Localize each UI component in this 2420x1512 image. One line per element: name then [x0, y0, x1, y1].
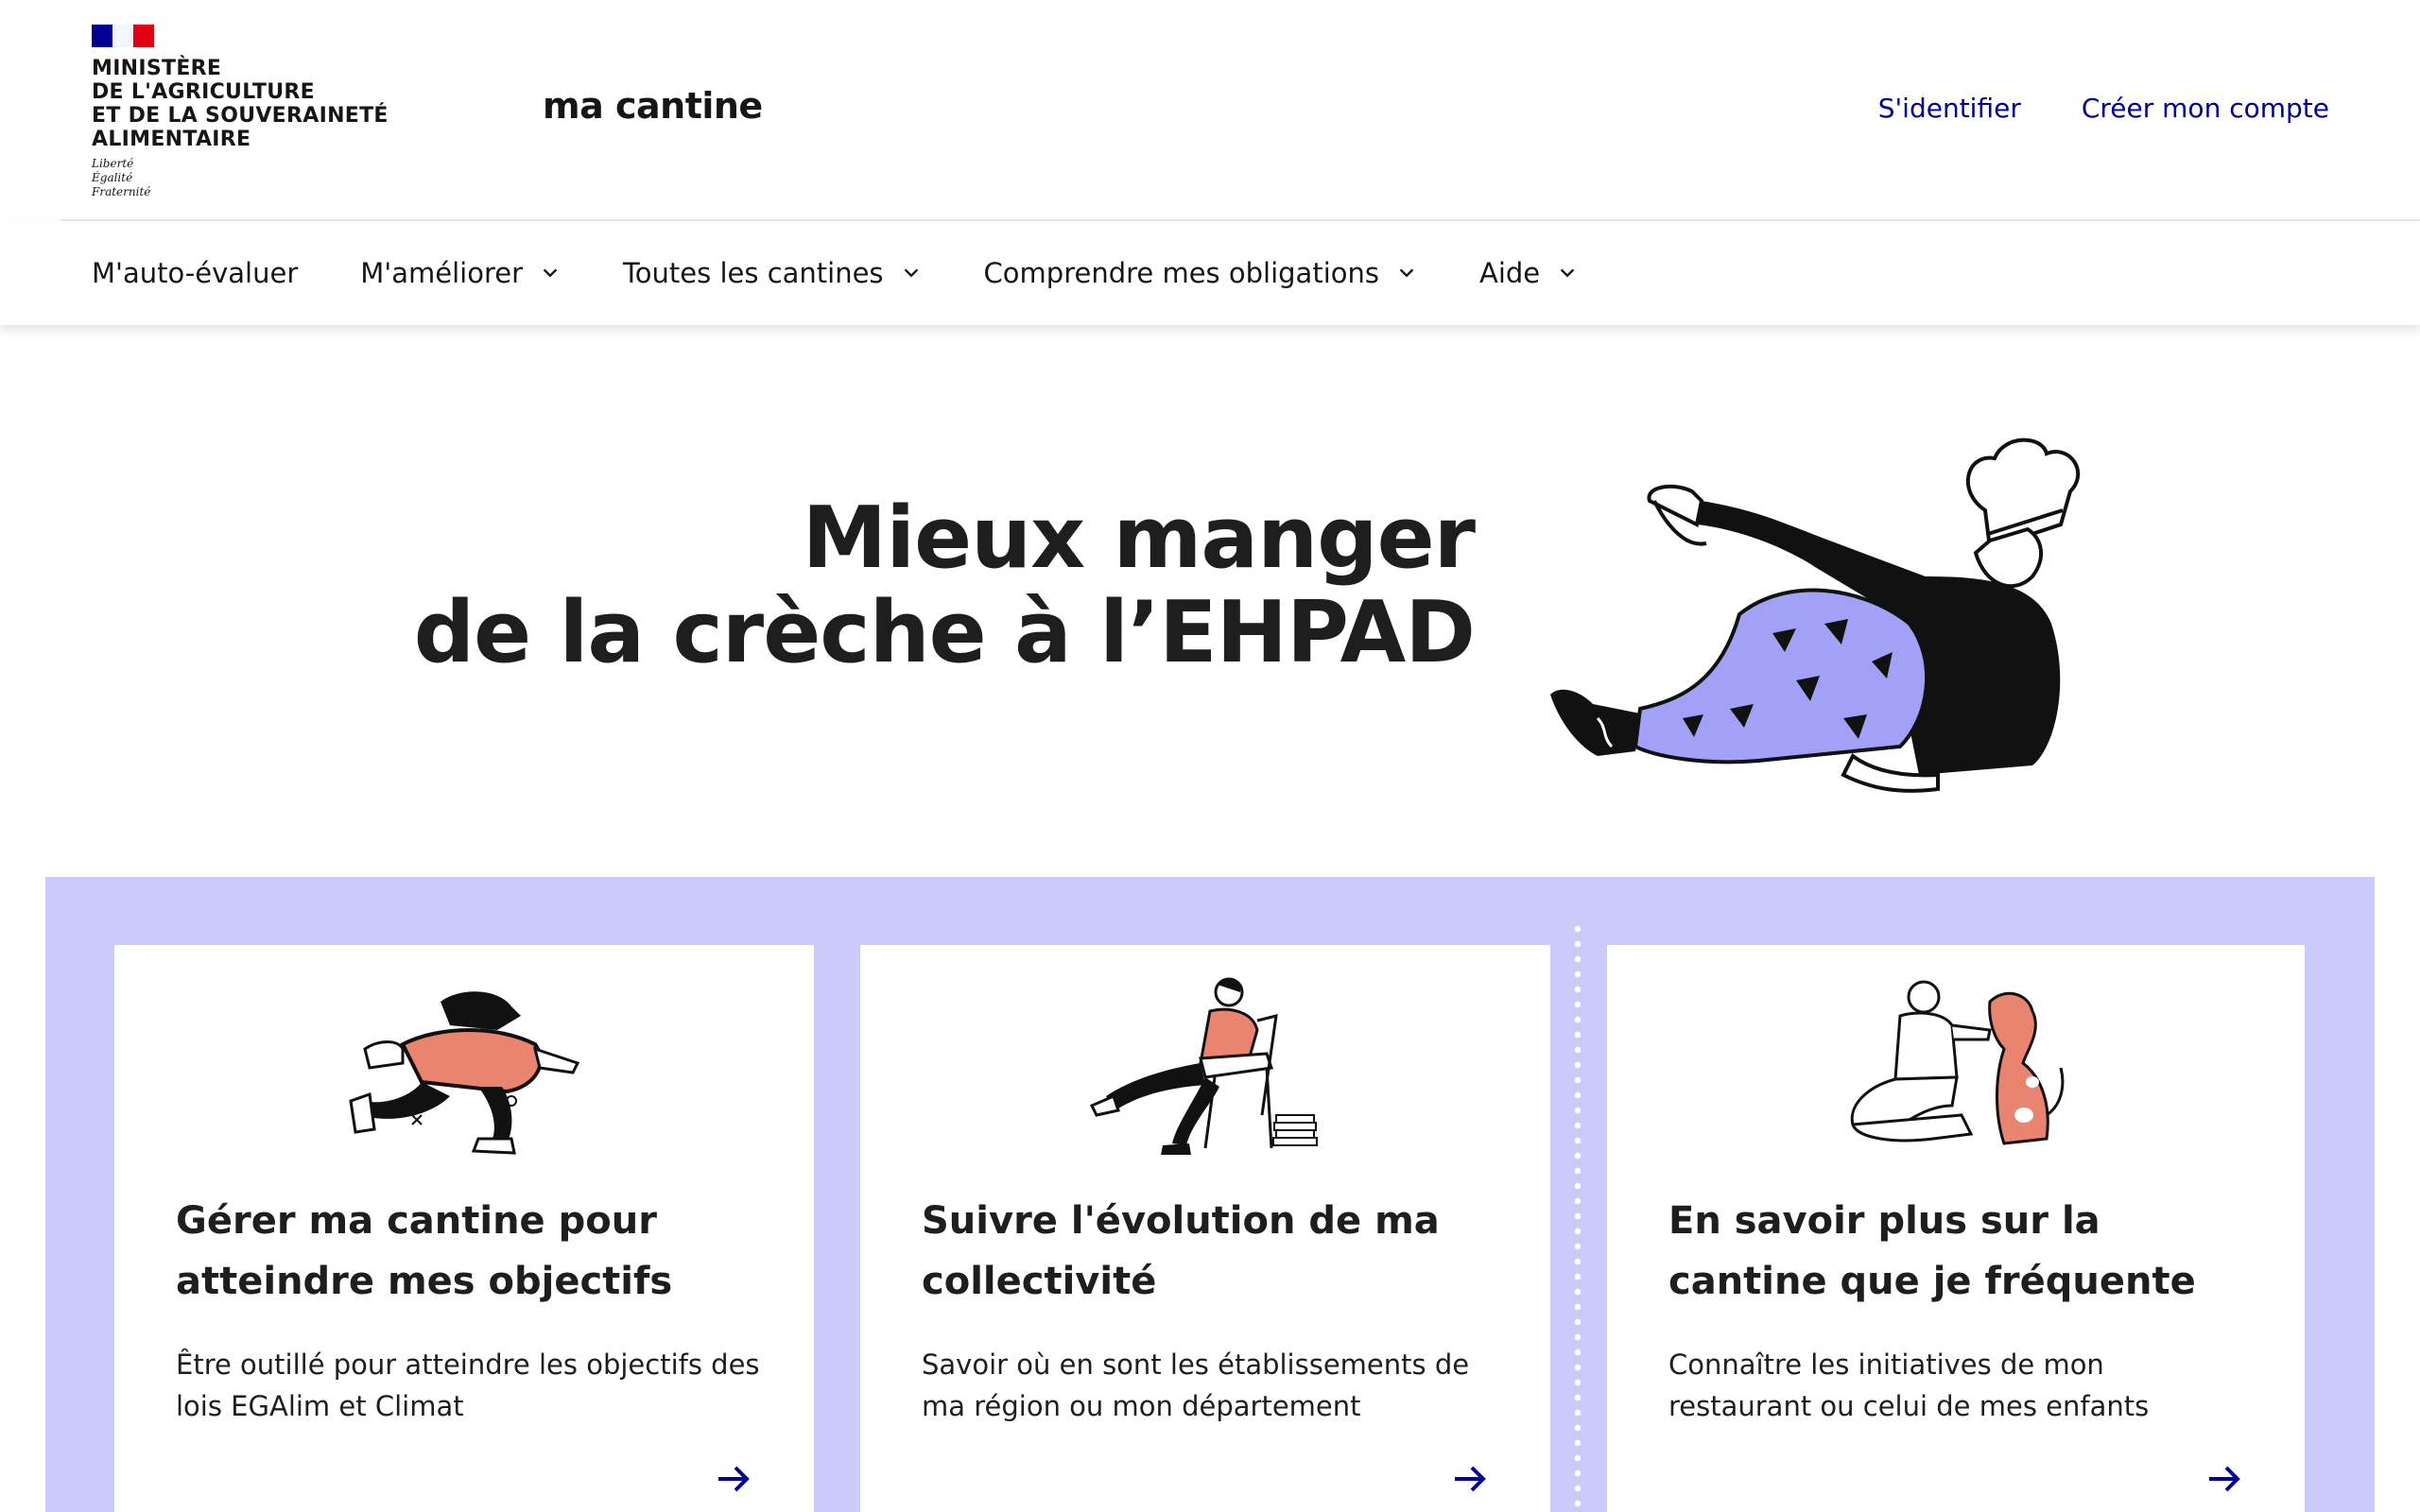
nav-item-label: M'améliorer: [360, 257, 524, 289]
chevron-down-icon: [904, 268, 918, 278]
ministry-logo[interactable]: MINISTÈRE DE L'AGRICULTURE ET DE LA SOUV…: [92, 25, 394, 200]
motto-line: Liberté: [92, 157, 134, 170]
card-description: Être outillé pour atteindre les objectif…: [176, 1349, 760, 1422]
ministry-name-line: DE L'AGRICULTURE: [92, 80, 315, 104]
login-link[interactable]: S'identifier: [1878, 93, 2021, 124]
nav-item-label: M'auto-évaluer: [92, 257, 299, 289]
french-flag-icon: [92, 25, 154, 47]
arrow-right-icon[interactable]: [2205, 1460, 2243, 1498]
arrow-right-icon[interactable]: [715, 1460, 752, 1498]
nav-item-auto-evaluer[interactable]: M'auto-évaluer: [92, 257, 298, 289]
running-person-illustration: [349, 991, 580, 1155]
ministry-name-line: ET DE LA SOUVERAINETÉ: [92, 104, 389, 128]
site-header: MINISTÈRE DE L'AGRICULTURE ET DE LA SOUV…: [0, 0, 2420, 219]
card-description: Savoir où en sont les établissements de …: [922, 1349, 1470, 1422]
card-en-savoir-plus[interactable]: En savoir plus sur la cantine que je fré…: [1607, 945, 2305, 1512]
ministry-name: MINISTÈRE DE L'AGRICULTURE ET DE LA SOUV…: [92, 57, 394, 151]
signup-link[interactable]: Créer mon compte: [2082, 93, 2329, 124]
nav-item-label: Comprendre mes obligations: [983, 257, 1379, 289]
arrow-right-icon[interactable]: [1451, 1460, 1489, 1498]
motto-line: Égalité: [92, 171, 133, 184]
nav-item-label: Aide: [1478, 257, 1541, 289]
hero-title: Mieux manger de la crèche à l’EHPAD: [413, 489, 1476, 682]
hero-title-line: Mieux manger: [802, 489, 1476, 588]
card-suivre-evolution[interactable]: Suivre l'évolution de ma collectivité Sa…: [860, 945, 1550, 1512]
card-title: Gérer ma cantine pour atteindre mes obje…: [176, 1199, 673, 1303]
nav-item-toutes-les-cantines[interactable]: Toutes les cantines: [623, 257, 922, 289]
site-name[interactable]: ma cantine: [543, 85, 763, 127]
reading-person-illustration: [1089, 977, 1318, 1155]
person-with-dog-illustration: [1850, 980, 2065, 1145]
chevron-down-icon: [543, 268, 558, 278]
nav-item-aide[interactable]: Aide: [1479, 257, 1578, 289]
chevron-down-icon: [1560, 268, 1575, 278]
card-description: Connaître les initiatives de mon restaur…: [1668, 1349, 2150, 1422]
main-navigation: M'auto-évaluer M'améliorer Toutes les ca…: [0, 221, 2420, 325]
dotted-divider: [1575, 921, 1581, 1512]
card-title: En savoir plus sur la cantine que je fré…: [1668, 1199, 2196, 1303]
ministry-name-line: ALIMENTAIRE: [92, 128, 251, 151]
nav-item-ameliorer[interactable]: M'améliorer: [360, 257, 561, 289]
nav-item-label: Toutes les cantines: [623, 257, 884, 289]
card-title: Suivre l'évolution de ma collectivité: [922, 1199, 1440, 1303]
header-tools: S'identifier Créer mon compte: [1878, 93, 2329, 124]
nav-item-obligations[interactable]: Comprendre mes obligations: [984, 257, 1417, 289]
motto-line: Fraternité: [92, 185, 151, 198]
ministry-name-line: MINISTÈRE: [92, 57, 222, 80]
republic-motto: Liberté Égalité Fraternité: [92, 157, 394, 199]
chevron-down-icon: [1399, 268, 1414, 278]
chef-illustration: [1550, 438, 2081, 793]
hero-title-line: de la crèche à l’EHPAD: [413, 583, 1476, 682]
card-gerer-ma-cantine[interactable]: Gérer ma cantine pour atteindre mes obje…: [114, 945, 814, 1512]
